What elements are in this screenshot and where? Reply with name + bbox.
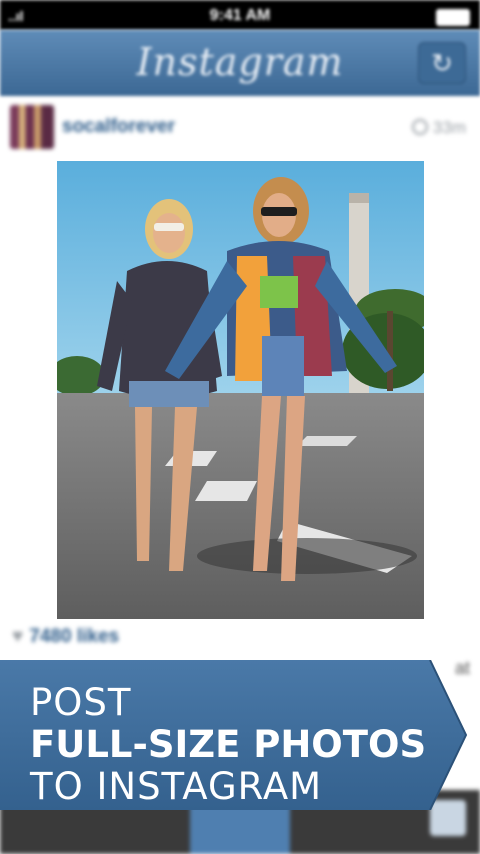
promo-line-2: FULL-SIZE PHOTOS [30, 723, 427, 766]
post-photo[interactable] [57, 161, 424, 619]
status-bar: ..ıl 9:41 AM [0, 0, 480, 30]
heart-icon: ♥ [12, 626, 24, 647]
likes-row[interactable]: ♥ 7480 likes [12, 626, 119, 654]
nav-bar: Instagram ↻ [0, 30, 480, 96]
timestamp-text: 33m [432, 118, 466, 137]
promo-banner: POST FULL-SIZE PHOTOS TO INSTAGRAM [0, 660, 468, 810]
avatar[interactable] [10, 105, 54, 149]
likes-count: 7480 likes [29, 626, 120, 647]
battery-icon [436, 9, 470, 26]
refresh-icon: ↻ [431, 48, 453, 78]
promo-line-3: TO INSTAGRAM [30, 765, 323, 808]
photo-image [57, 161, 424, 619]
clock-icon [411, 119, 428, 135]
post-timestamp: 33m [411, 118, 466, 138]
promo-line-1: POST [30, 681, 132, 724]
post-username[interactable]: socalforever [62, 116, 175, 138]
status-time: 9:41 AM [209, 7, 271, 24]
refresh-button[interactable]: ↻ [418, 42, 466, 84]
post-header: socalforever 33m [0, 100, 480, 154]
promo-text: POST FULL-SIZE PHOTOS TO INSTAGRAM [30, 682, 426, 808]
app-title: Instagram [136, 40, 344, 84]
